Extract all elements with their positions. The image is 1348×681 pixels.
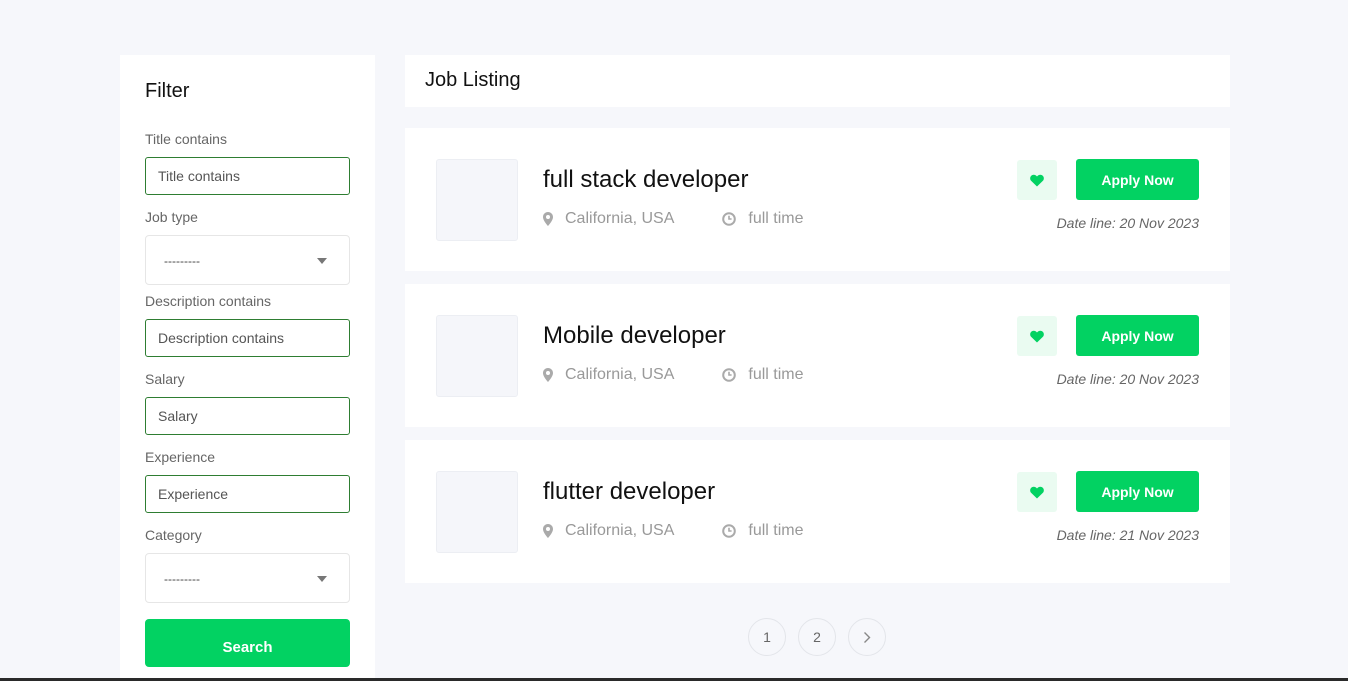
salary-group: Salary [145, 371, 350, 435]
job-meta: California, USA full time [543, 522, 804, 540]
job-type: full time [722, 210, 804, 228]
job-meta: California, USA full time [543, 210, 804, 228]
description-contains-group: Description contains [145, 293, 350, 357]
job-title[interactable]: flutter developer [543, 478, 715, 506]
job-location: California, USA [543, 366, 674, 384]
apply-now-button[interactable]: Apply Now [1076, 159, 1199, 200]
map-pin-icon [543, 368, 553, 382]
heart-icon [1030, 486, 1044, 498]
job-type-text: full time [748, 522, 804, 539]
job-type-text: full time [748, 210, 804, 227]
clock-icon [722, 524, 737, 538]
pagination: 1 2 [748, 618, 898, 656]
salary-input[interactable] [145, 397, 350, 435]
favorite-button[interactable] [1017, 160, 1057, 200]
favorite-button[interactable] [1017, 472, 1057, 512]
job-card: full stack developer California, USA ful… [405, 128, 1230, 271]
title-contains-label: Title contains [145, 131, 227, 147]
job-type: full time [722, 522, 804, 540]
job-deadline: Date line: 21 Nov 2023 [1056, 527, 1199, 543]
company-logo [436, 471, 518, 553]
job-type-label: Job type [145, 209, 198, 225]
apply-now-button[interactable]: Apply Now [1076, 315, 1199, 356]
page-2-button[interactable]: 2 [798, 618, 836, 656]
category-group: Category --------- [145, 527, 350, 603]
experience-input[interactable] [145, 475, 350, 513]
job-card: Mobile developer California, USA full ti… [405, 284, 1230, 427]
job-title[interactable]: Mobile developer [543, 322, 726, 350]
clock-icon [722, 368, 737, 382]
company-logo [436, 159, 518, 241]
title-contains-group: Title contains [145, 131, 350, 195]
category-label: Category [145, 527, 202, 543]
favorite-button[interactable] [1017, 316, 1057, 356]
filter-sidebar: Filter Title contains Job type ---------… [120, 55, 375, 681]
chevron-right-icon [864, 631, 871, 643]
job-location-text: California, USA [565, 210, 675, 227]
job-listing-header: Job Listing [405, 55, 1230, 107]
job-type-text: full time [748, 366, 804, 383]
job-title[interactable]: full stack developer [543, 166, 748, 194]
chevron-down-icon [317, 258, 327, 264]
map-pin-icon [543, 524, 553, 538]
clock-icon [722, 212, 737, 226]
title-contains-input[interactable] [145, 157, 350, 195]
chevron-down-icon [317, 576, 327, 582]
experience-group: Experience [145, 449, 350, 513]
job-deadline: Date line: 20 Nov 2023 [1056, 371, 1199, 387]
next-page-button[interactable] [848, 618, 886, 656]
job-location-text: California, USA [565, 366, 675, 383]
job-type-select[interactable]: --------- [145, 235, 350, 285]
job-type: full time [722, 366, 804, 384]
page-1-button[interactable]: 1 [748, 618, 786, 656]
map-pin-icon [543, 212, 553, 226]
description-contains-input[interactable] [145, 319, 350, 357]
job-type-group: Job type --------- [145, 209, 350, 285]
page-title: Job Listing [425, 69, 521, 91]
job-card: flutter developer California, USA full t… [405, 440, 1230, 583]
category-select[interactable]: --------- [145, 553, 350, 603]
job-deadline: Date line: 20 Nov 2023 [1056, 215, 1199, 231]
heart-icon [1030, 330, 1044, 342]
company-logo [436, 315, 518, 397]
job-meta: California, USA full time [543, 366, 804, 384]
job-location-text: California, USA [565, 522, 675, 539]
job-type-selected-value: --------- [164, 254, 200, 268]
apply-now-button[interactable]: Apply Now [1076, 471, 1199, 512]
description-contains-label: Description contains [145, 293, 272, 309]
salary-label: Salary [145, 371, 185, 387]
experience-label: Experience [145, 449, 216, 465]
filter-title: Filter [145, 80, 190, 102]
job-location: California, USA [543, 210, 674, 228]
category-selected-value: --------- [164, 572, 200, 586]
heart-icon [1030, 174, 1044, 186]
search-button[interactable]: Search [145, 619, 350, 667]
job-location: California, USA [543, 522, 674, 540]
